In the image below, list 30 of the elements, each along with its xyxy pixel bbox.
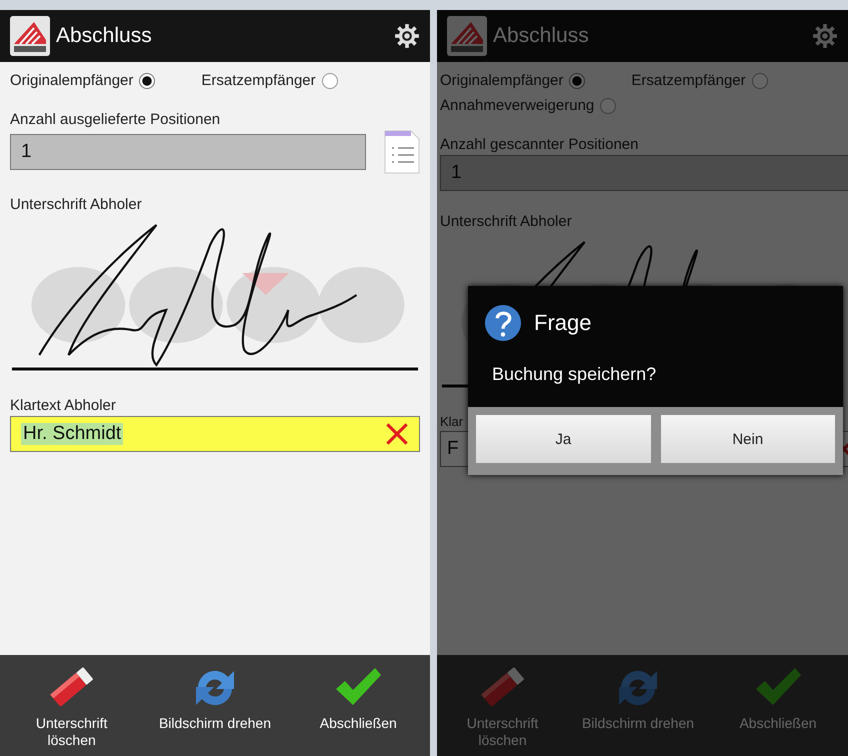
logo-icon[interactable]: [447, 16, 487, 56]
radio-button[interactable]: [139, 72, 156, 88]
settings-icon[interactable]: [394, 23, 420, 49]
radio-button[interactable]: [569, 72, 586, 88]
dialog-button[interactable]: Nein: [660, 415, 835, 463]
field-label: Klar: [440, 414, 464, 429]
clear-icon[interactable]: [385, 422, 409, 446]
logo-icon[interactable]: [10, 16, 50, 56]
radio-button[interactable]: [600, 98, 616, 114]
radio-button[interactable]: [322, 72, 338, 88]
toolbar-button[interactable]: Abschließen: [288, 663, 428, 732]
field-label: Klartext Abholer: [10, 397, 117, 414]
positions-field[interactable]: 1: [10, 134, 366, 170]
toolbar-button[interactable]: Unterschrift löschen: [2, 663, 142, 749]
field-label: Anzahl ausgelieferte Positionen: [10, 111, 222, 128]
field-label: Anzahl gescannter Positionen: [440, 136, 640, 153]
dialog-button[interactable]: Ja: [476, 415, 650, 463]
list-icon[interactable]: [384, 130, 420, 174]
screen-title: Abschluss: [56, 24, 153, 48]
radio-button[interactable]: [752, 72, 768, 88]
question-icon: [484, 304, 522, 342]
radio-option[interactable]: Ersatzempfänger: [201, 72, 338, 89]
dialog-title: Frage: [534, 310, 592, 336]
radio-option[interactable]: Originalempfänger: [10, 72, 156, 89]
field-label: Unterschrift Abholer: [440, 213, 573, 230]
field-label: Unterschrift Abholer: [10, 196, 143, 213]
name-field[interactable]: Hr. Schmidt: [10, 416, 420, 452]
toolbar-button[interactable]: Bildschirm drehen: [144, 663, 285, 732]
dialog-message: Buchung speichern?: [468, 356, 843, 407]
screen-title: Abschluss: [493, 24, 590, 48]
